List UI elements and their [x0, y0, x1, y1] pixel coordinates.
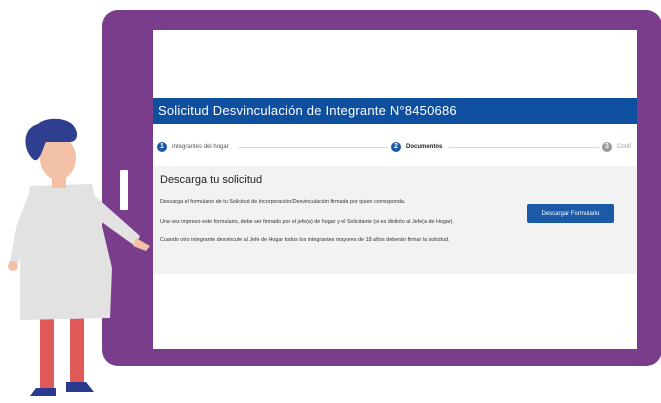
step-confirmacion[interactable]: 3 Confi [602, 141, 631, 153]
stepper: 1 Integrantes del hogar 2 Documentos 3 C… [153, 138, 637, 154]
download-form-button[interactable]: Descargar Formulario [527, 204, 614, 223]
person-leg-right [70, 318, 84, 384]
step-documentos[interactable]: 2 Documentos [391, 141, 442, 153]
step-label: Confi [617, 144, 632, 150]
person-shoe-right [66, 382, 94, 392]
person-hand-left [8, 261, 18, 271]
step-integrantes[interactable]: 1 Integrantes del hogar [157, 141, 229, 153]
person-hand-right [133, 238, 150, 251]
step-connector [449, 147, 599, 148]
person-leg-left [40, 318, 54, 390]
person-illustration [8, 118, 150, 396]
tablet-screen: Solicitud Desvinculación de Integrante N… [153, 30, 637, 349]
step-number: 3 [602, 142, 612, 152]
page-title: Solicitud Desvinculación de Integrante N… [153, 98, 637, 124]
step-number: 2 [391, 142, 401, 152]
section-title: Descarga tu solicitud [160, 174, 263, 186]
instruction-text: Descarga el formulario de tu Solicitud d… [160, 199, 406, 205]
person-shoe-left [30, 388, 56, 396]
step-connector [238, 147, 388, 148]
step-label: Integrantes del hogar [172, 144, 229, 150]
instruction-text: Una vez impreso este formulario, debe se… [160, 219, 454, 225]
step-label: Documentos [406, 144, 443, 150]
download-section: Descarga tu solicitud Descarga el formul… [153, 166, 637, 274]
instruction-text: Cuando otro integrante desvincule al Jef… [160, 237, 450, 243]
